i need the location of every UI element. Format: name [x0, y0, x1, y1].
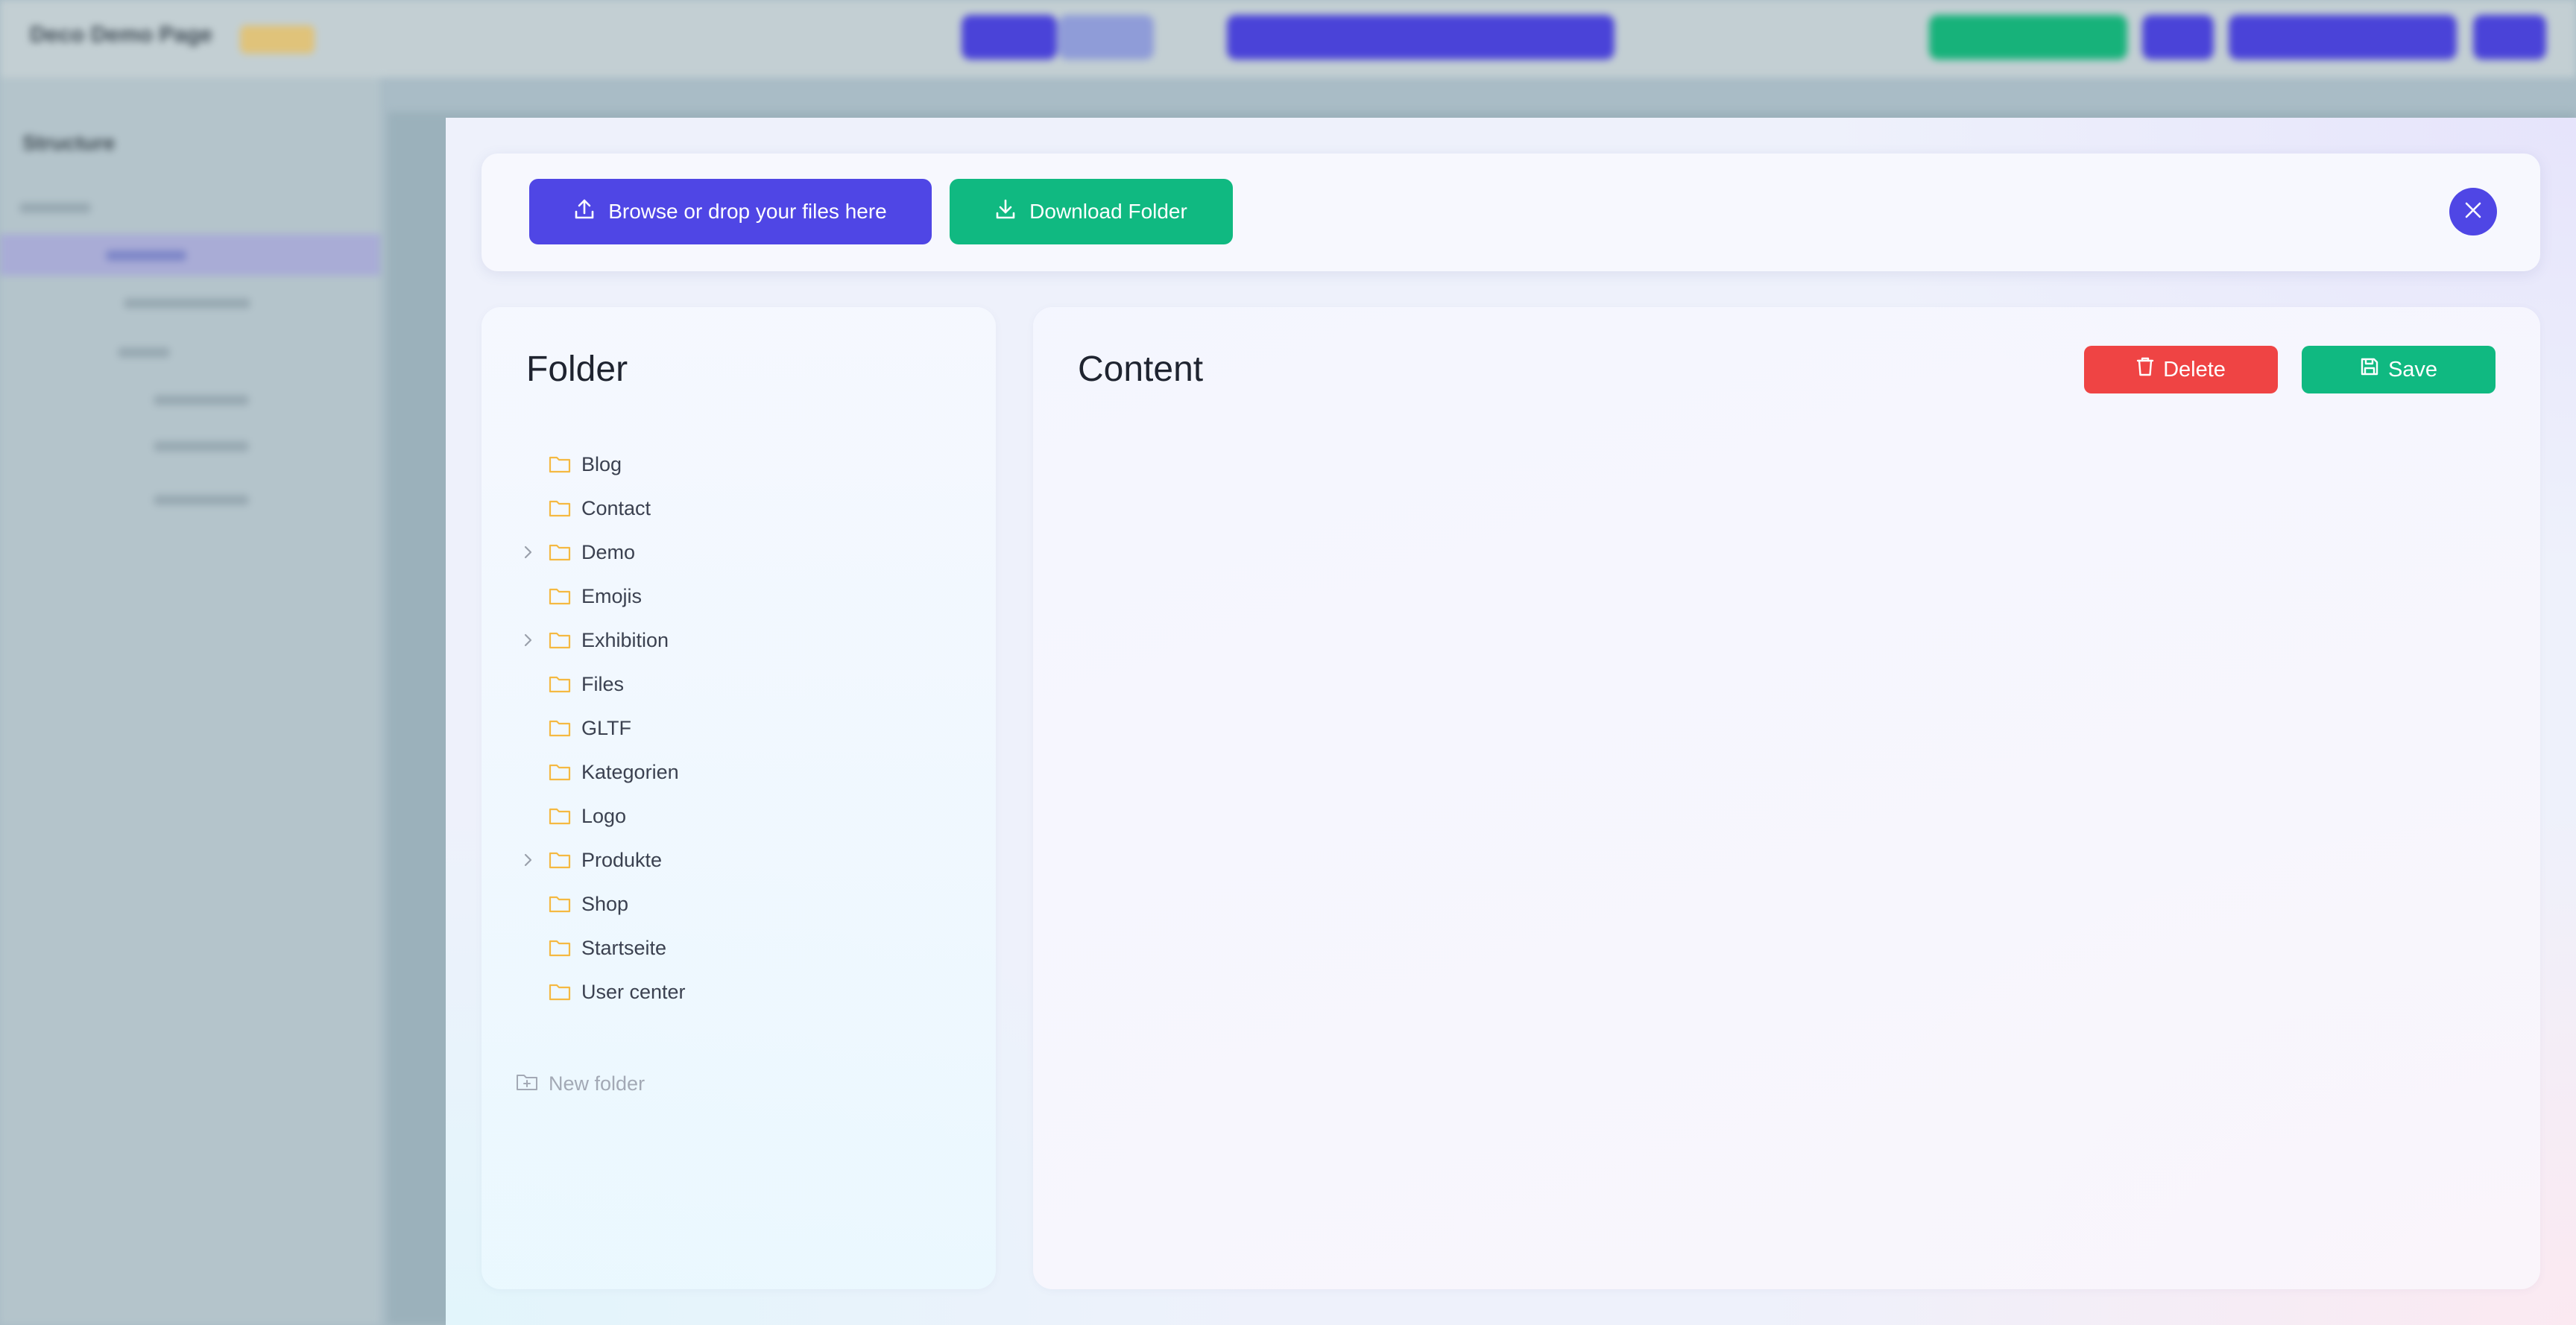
folder-icon: [549, 763, 571, 781]
trash-icon: [2136, 356, 2154, 383]
close-icon: [2463, 200, 2484, 224]
folder-icon: [549, 983, 571, 1001]
folder-icon: [549, 499, 571, 517]
delete-button[interactable]: Delete: [2084, 346, 2278, 393]
folder-plus-icon: [516, 1072, 538, 1095]
download-label: Download Folder: [1029, 200, 1187, 223]
folder-name: User center: [581, 981, 686, 1003]
folder-name: Demo: [581, 541, 636, 563]
topbar-button: [2473, 15, 2546, 60]
folder-item[interactable]: Shop: [482, 882, 996, 926]
page-properties-button: [2229, 15, 2457, 60]
download-folder-button[interactable]: Download Folder: [950, 179, 1233, 244]
sidebar-line: [154, 395, 249, 405]
folder-item[interactable]: Demo: [482, 531, 996, 575]
folder-name: Files: [581, 673, 625, 695]
content-panel-title: Content: [1078, 350, 1204, 389]
chevron-right-icon[interactable]: [520, 851, 535, 869]
folder-name: Produkte: [581, 849, 663, 871]
app-topbar: Deco Demo Page: [0, 0, 2576, 78]
new-folder-button[interactable]: New folder: [516, 1069, 645, 1098]
content-panel: Content Delete Save: [1033, 307, 2540, 1289]
folder-name: Logo: [581, 805, 627, 827]
folder-item[interactable]: Exhibition: [482, 619, 996, 662]
floppy-disk-icon: [2360, 357, 2379, 382]
sidebar-line: [118, 347, 170, 358]
sidebar-line: [19, 203, 91, 213]
new-folder-label: New folder: [549, 1072, 645, 1095]
version-badge: [240, 25, 315, 54]
folder-icon: [549, 895, 571, 913]
folder-icon: [549, 543, 571, 561]
folder-name: Contact: [581, 497, 651, 519]
delete-label: Delete: [2163, 357, 2226, 382]
folder-item[interactable]: Kategorien: [482, 750, 996, 794]
folder-name: Emojis: [581, 585, 643, 607]
save-button[interactable]: Save: [2302, 346, 2496, 393]
sidebar-line: [124, 298, 250, 309]
topbar-button: [2142, 15, 2214, 60]
device-toggle-group: [1227, 15, 1614, 60]
save-label: Save: [2387, 357, 2438, 382]
folder-name: Blog: [581, 453, 622, 475]
close-button[interactable]: [2449, 188, 2497, 235]
file-manager-modal: Browse or drop your files here Download …: [446, 118, 2576, 1325]
sidebar-row: [0, 234, 380, 276]
folder-item[interactable]: Startseite: [482, 926, 996, 970]
folder-icon: [549, 587, 571, 605]
folder-item[interactable]: Contact: [482, 487, 996, 531]
folder-item[interactable]: Logo: [482, 794, 996, 838]
modal-toolbar: Browse or drop your files here Download …: [482, 154, 2540, 271]
folder-icon: [549, 455, 571, 473]
folder-name: GLTF: [581, 717, 631, 739]
download-icon: [995, 198, 1016, 226]
upload-label: Browse or drop your files here: [608, 200, 887, 223]
chevron-right-icon[interactable]: [520, 631, 535, 649]
folder-icon: [549, 631, 571, 649]
folder-panel: Folder Blog Contact Demo Emojis Exhibition Fi…: [482, 307, 996, 1289]
folder-panel-title: Folder: [526, 350, 628, 389]
folder-icon: [549, 675, 571, 693]
topbar-publish-button: [1929, 15, 2127, 60]
sidebar-line: [154, 495, 249, 505]
folder-item[interactable]: Files: [482, 662, 996, 706]
upload-icon: [574, 198, 595, 226]
topbar-button: [1058, 15, 1154, 60]
folder-icon: [549, 939, 571, 957]
folder-list: Blog Contact Demo Emojis Exhibition Files GLTF…: [482, 443, 996, 1014]
folder-icon: [549, 719, 571, 737]
folder-icon: [549, 807, 571, 825]
folder-name: Exhibition: [581, 629, 669, 651]
sidebar-title: Structure: [22, 131, 116, 154]
folder-item[interactable]: Blog: [482, 443, 996, 487]
folder-name: Startseite: [581, 937, 667, 959]
folder-item[interactable]: User center: [482, 970, 996, 1014]
folder-name: Shop: [581, 893, 629, 915]
topbar-button: [962, 15, 1057, 60]
folder-name: Kategorien: [581, 761, 679, 783]
folder-item[interactable]: Emojis: [482, 575, 996, 619]
app-title: Deco Demo Page: [30, 22, 213, 47]
folder-item[interactable]: Produkte: [482, 838, 996, 882]
folder-item[interactable]: GLTF: [482, 706, 996, 750]
upload-button[interactable]: Browse or drop your files here: [529, 179, 932, 244]
folder-icon: [549, 851, 571, 869]
sidebar-line: [106, 250, 186, 261]
sidebar-line: [154, 441, 249, 452]
chevron-right-icon[interactable]: [520, 543, 535, 561]
